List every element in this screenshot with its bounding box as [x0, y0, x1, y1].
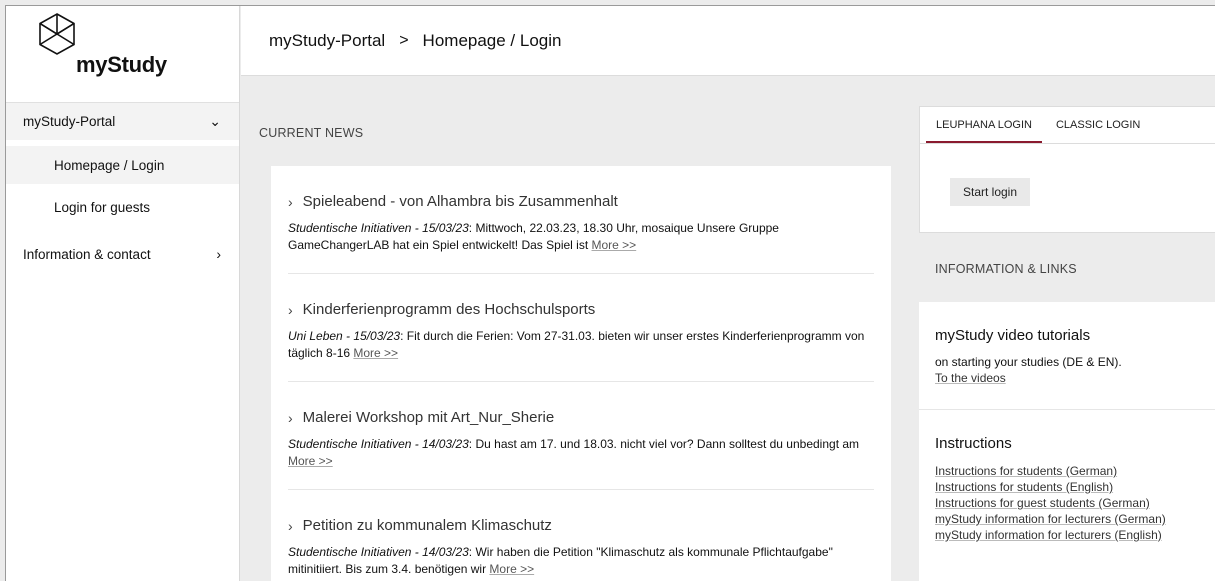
instructions-link[interactable]: Instructions for guest students (German) — [935, 495, 1215, 511]
instructions-link[interactable]: myStudy information for lecturers (Engli… — [935, 527, 1215, 543]
chevron-right-icon: › — [216, 246, 221, 262]
news-item-body: Uni Leben - 15/03/23: Fit durch die Feri… — [288, 328, 874, 362]
news-item-title: Petition zu kommunalem Klimaschutz — [302, 517, 552, 534]
news-heading: CURRENT NEWS — [259, 126, 364, 140]
breadcrumb-separator-icon: > — [399, 31, 409, 49]
instructions-link[interactable]: myStudy information for lecturers (Germa… — [935, 511, 1215, 527]
start-login-button[interactable]: Start login — [950, 178, 1030, 206]
video-tutorials-block: myStudy video tutorials on starting your… — [919, 302, 1215, 410]
video-tutorials-text: on starting your studies (DE & EN). — [935, 355, 1122, 369]
instructions-link[interactable]: Instructions for students (German) — [935, 463, 1215, 479]
news-item-body: Studentische Initiativen - 14/03/23: Wir… — [288, 544, 874, 578]
news-item-meta: Studentische Initiativen - 15/03/23 — [288, 221, 469, 235]
news-item-title: Malerei Workshop mit Art_Nur_Sherie — [302, 409, 555, 426]
sidebar-item-label: myStudy-Portal — [23, 114, 116, 129]
sidebar: myStudy myStudy-Portal ⌄ Homepage / Logi… — [6, 6, 240, 581]
news-item-title-link[interactable]: › Petition zu kommunalem Klimaschutz — [288, 517, 874, 534]
news-list: › Spieleabend - von Alhambra bis Zusamme… — [271, 166, 891, 581]
more-link[interactable]: More >> — [288, 454, 333, 468]
news-item-meta: Studentische Initiativen - 14/03/23 — [288, 545, 469, 559]
login-panel: LEUPHANA LOGIN CLASSIC LOGIN Start login — [919, 106, 1215, 233]
news-item: › Kinderferienprogramm des Hochschulspor… — [288, 274, 874, 382]
news-item-text: : Du hast am 17. und 18.03. nicht viel v… — [468, 437, 860, 451]
breadcrumb-root-link[interactable]: myStudy-Portal — [269, 31, 385, 51]
news-item-title-link[interactable]: › Kinderferienprogramm des Hochschulspor… — [288, 301, 874, 318]
info-panel: myStudy video tutorials on starting your… — [919, 302, 1215, 581]
news-item-title-link[interactable]: › Spieleabend - von Alhambra bis Zusamme… — [288, 193, 874, 210]
news-item-title: Spieleabend - von Alhambra bis Zusammenh… — [302, 193, 618, 210]
news-item-meta: Studentische Initiativen - 14/03/23 — [288, 437, 469, 451]
sidebar-item-information-contact[interactable]: Information & contact › — [6, 235, 239, 273]
news-item: › Malerei Workshop mit Art_Nur_Sherie St… — [288, 382, 874, 490]
sidebar-item-mystudy-portal[interactable]: myStudy-Portal ⌄ — [6, 103, 239, 140]
sidebar-item-label: Homepage / Login — [54, 157, 165, 173]
cube-logo-icon — [39, 13, 75, 55]
chevron-right-icon: › — [288, 193, 293, 210]
chevron-right-icon: › — [288, 301, 293, 318]
chevron-down-icon: ⌄ — [209, 113, 221, 129]
news-item: › Spieleabend - von Alhambra bis Zusamme… — [288, 166, 874, 274]
more-link[interactable]: More >> — [489, 562, 534, 576]
news-item-body: Studentische Initiativen - 14/03/23: Du … — [288, 436, 874, 470]
sidebar-item-homepage-login[interactable]: Homepage / Login — [6, 146, 239, 184]
news-item-meta: Uni Leben - 15/03/23 — [288, 329, 401, 343]
sidebar-item-login-for-guests[interactable]: Login for guests — [6, 189, 239, 225]
chevron-right-icon: › — [288, 409, 293, 426]
videos-link[interactable]: To the videos — [935, 370, 1215, 386]
breadcrumb: myStudy-Portal > Homepage / Login — [241, 6, 1215, 76]
video-tutorials-title: myStudy video tutorials — [935, 327, 1091, 344]
sidebar-item-label: Login for guests — [54, 199, 151, 215]
tab-leuphana-login[interactable]: LEUPHANA LOGIN — [926, 107, 1042, 143]
logo-text: myStudy — [76, 52, 167, 77]
login-tabs: LEUPHANA LOGIN CLASSIC LOGIN — [920, 107, 1215, 144]
more-link[interactable]: More >> — [353, 346, 398, 360]
info-heading: INFORMATION & LINKS — [935, 262, 1077, 276]
sidebar-item-label: Information & contact — [23, 246, 151, 262]
news-item-body: Studentische Initiativen - 15/03/23: Mit… — [288, 220, 874, 254]
more-link[interactable]: More >> — [592, 238, 637, 252]
tab-classic-login[interactable]: CLASSIC LOGIN — [1046, 107, 1150, 143]
chevron-right-icon: › — [288, 517, 293, 534]
news-item-title-link[interactable]: › Malerei Workshop mit Art_Nur_Sherie — [288, 409, 874, 426]
news-item-title: Kinderferienprogramm des Hochschulsports — [302, 301, 596, 318]
instructions-links: Instructions for students (German) Instr… — [935, 463, 1215, 543]
instructions-link[interactable]: Instructions for students (English) — [935, 479, 1215, 495]
instructions-title: Instructions — [935, 435, 1012, 452]
app-frame: myStudy myStudy-Portal ⌄ Homepage / Logi… — [5, 5, 1215, 581]
news-item: › Petition zu kommunalem Klimaschutz Stu… — [288, 490, 874, 581]
logo[interactable]: myStudy — [6, 6, 239, 103]
page-title: Homepage / Login — [422, 30, 562, 50]
instructions-block: Instructions Instructions for students (… — [919, 410, 1215, 543]
